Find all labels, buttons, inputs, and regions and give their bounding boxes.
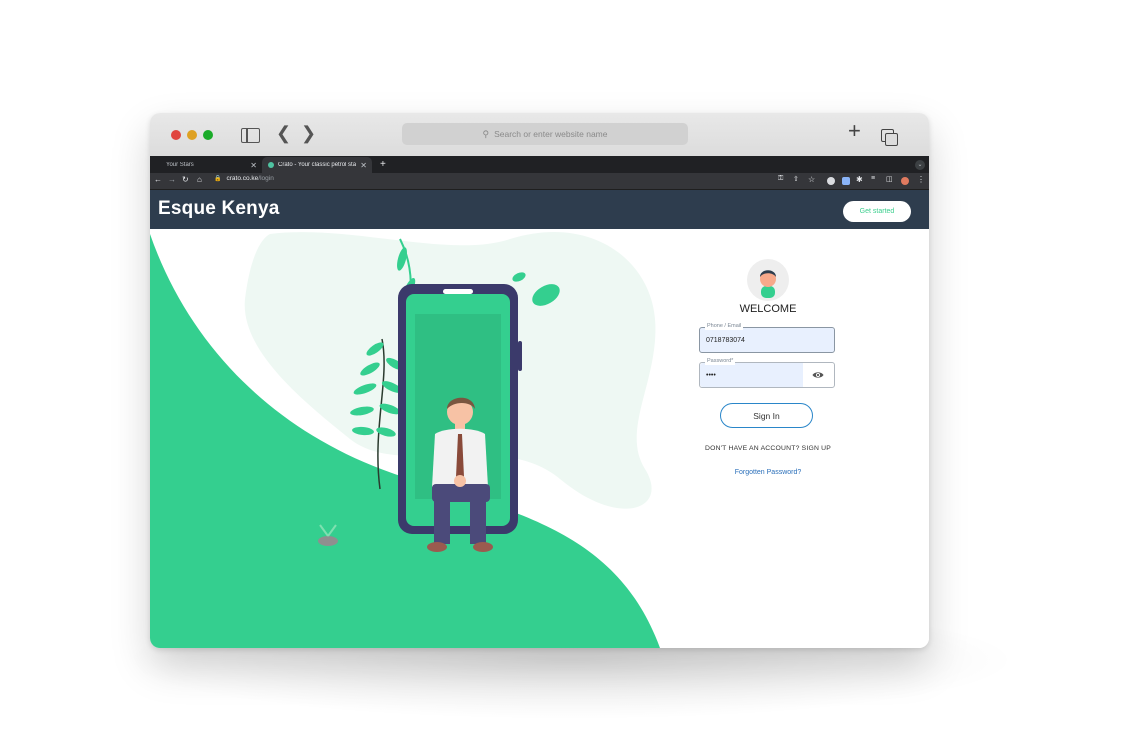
- web-page: Esque Kenya Get started WELCOME Phone / …: [150, 190, 929, 648]
- back-chevron-icon[interactable]: ❮: [276, 124, 291, 142]
- extension-shield-icon[interactable]: [842, 177, 850, 185]
- login-panel: WELCOME Phone / Email 0718783074 Passwor…: [699, 229, 837, 509]
- user-avatar-icon: [747, 259, 789, 301]
- new-tab-plus-icon[interactable]: +: [848, 120, 861, 142]
- show-password-eye-icon[interactable]: [812, 370, 824, 380]
- password-label: Password*: [705, 358, 736, 365]
- browser-toolbar: ← → ↻ ⌂ 🔒 crato.co.ke/login ⚿ ⇧ ☆ ✱ ≡ ◫ …: [150, 173, 929, 190]
- safari-titlebar: ❮ ❯ ⚲ Search or enter website name +: [150, 113, 929, 157]
- forward-arrow-icon[interactable]: →: [168, 175, 176, 184]
- back-arrow-icon[interactable]: ←: [154, 175, 162, 184]
- tab-label: Your Stars: [166, 162, 194, 168]
- sidebar-toggle-icon[interactable]: [241, 128, 260, 143]
- close-window-button[interactable]: [171, 130, 181, 140]
- tab-crato[interactable]: Crato - Your classic petrol sta ✕: [262, 157, 372, 173]
- safari-search-field[interactable]: ⚲ Search or enter website name: [402, 123, 688, 145]
- phone-email-label: Phone / Email: [705, 323, 744, 330]
- password-field[interactable]: Password* ••••: [699, 358, 835, 388]
- lock-icon: 🔒: [214, 176, 222, 182]
- share-icon[interactable]: ⇧: [793, 175, 799, 183]
- more-menu-icon[interactable]: ⋮: [917, 175, 925, 184]
- browser-window: ❮ ❯ ⚲ Search or enter website name + You…: [150, 113, 929, 648]
- tab-your-stars[interactable]: Your Stars ✕: [150, 157, 262, 173]
- close-tab-icon[interactable]: ✕: [250, 161, 257, 170]
- address-domain: crato.co.ke: [226, 175, 259, 182]
- welcome-heading: WELCOME: [739, 303, 797, 315]
- site-brand[interactable]: Esque Kenya: [158, 198, 280, 220]
- new-tab-button[interactable]: +: [380, 159, 386, 170]
- forgot-password-link[interactable]: Forgotten Password?: [699, 469, 837, 476]
- minimize-window-button[interactable]: [187, 130, 197, 140]
- sign-up-link[interactable]: DON'T HAVE AN ACCOUNT? SIGN UP: [699, 445, 837, 452]
- tab-search-chevron-icon[interactable]: ⌄: [915, 160, 925, 170]
- home-icon[interactable]: ⌂: [197, 175, 202, 184]
- extensions-puzzle-icon[interactable]: ✱: [856, 175, 863, 184]
- favicon-icon: [268, 162, 274, 168]
- reading-list-icon[interactable]: ≡: [871, 175, 875, 182]
- address-bar[interactable]: 🔒 crato.co.ke/login: [214, 175, 274, 182]
- tab-overview-icon[interactable]: [881, 129, 898, 146]
- address-path: /login: [258, 175, 274, 182]
- search-icon: ⚲: [482, 128, 490, 139]
- profile-avatar[interactable]: [901, 177, 909, 185]
- key-icon[interactable]: ⚿: [778, 175, 783, 183]
- side-panel-icon[interactable]: ◫: [886, 175, 893, 183]
- site-header: Esque Kenya Get started: [150, 190, 929, 229]
- safari-search-placeholder: Search or enter website name: [494, 129, 608, 139]
- forward-chevron-icon[interactable]: ❯: [301, 124, 316, 142]
- tab-label: Crato - Your classic petrol sta: [278, 162, 357, 168]
- reload-icon[interactable]: ↻: [182, 175, 189, 184]
- zoom-window-button[interactable]: [203, 130, 213, 140]
- phone-email-field[interactable]: Phone / Email 0718783074: [699, 323, 835, 353]
- sign-in-button[interactable]: Sign In: [720, 403, 813, 428]
- password-value[interactable]: ••••: [706, 372, 716, 379]
- tab-strip: Your Stars ✕ Crato - Your classic petrol…: [150, 156, 929, 173]
- get-started-button[interactable]: Get started: [843, 201, 911, 222]
- phone-email-value[interactable]: 0718783074: [706, 337, 745, 344]
- bookmark-star-icon[interactable]: ☆: [808, 175, 815, 184]
- close-tab-icon[interactable]: ✕: [360, 161, 367, 170]
- extension-icon[interactable]: [827, 177, 835, 185]
